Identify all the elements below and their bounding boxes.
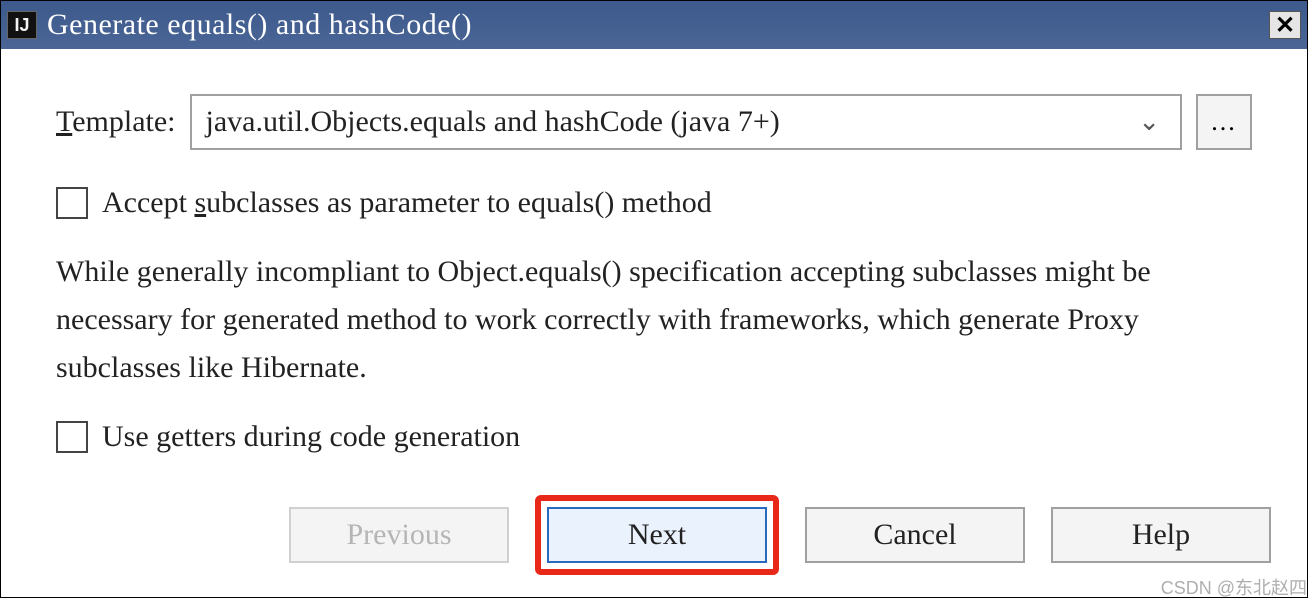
dialog-title: Generate equals() and hashCode() [47, 8, 1269, 42]
chevron-down-icon: ⌄ [1138, 107, 1160, 137]
cancel-button[interactable]: Cancel [805, 507, 1025, 563]
accept-subclasses-label: Accept subclasses as parameter to equals… [102, 186, 712, 220]
description-text: While generally incompliant to Object.eq… [56, 248, 1252, 392]
dialog-content: Template: java.util.Objects.equals and h… [1, 49, 1307, 454]
accept-subclasses-row: Accept subclasses as parameter to equals… [56, 186, 1252, 220]
accept-subclasses-label-rest: ubclasses as parameter to equals() metho… [206, 186, 712, 219]
titlebar: IJ Generate equals() and hashCode() ✕ [1, 1, 1307, 49]
close-icon: ✕ [1275, 11, 1295, 40]
template-label-rest: emplate: [72, 105, 175, 138]
template-browse-button[interactable]: ... [1196, 94, 1252, 150]
button-bar: Previous Next Cancel Help [289, 495, 1271, 575]
accept-subclasses-label-prefix: Accept [102, 186, 194, 219]
intellij-icon: IJ [7, 11, 37, 39]
watermark: CSDN @东北赵四 [1161, 574, 1307, 600]
accept-subclasses-checkbox[interactable] [56, 187, 88, 219]
dialog-window: IJ Generate equals() and hashCode() ✕ Te… [0, 0, 1308, 598]
template-label-mnemonic: T [56, 105, 72, 138]
help-button[interactable]: Help [1051, 507, 1271, 563]
next-button[interactable]: Next [547, 507, 767, 563]
template-label: Template: [56, 105, 176, 139]
accept-subclasses-label-mnemonic: s [194, 186, 206, 219]
use-getters-checkbox[interactable] [56, 421, 88, 453]
template-select[interactable]: java.util.Objects.equals and hashCode (j… [190, 94, 1182, 150]
previous-button: Previous [289, 507, 509, 563]
next-button-highlight: Next [535, 495, 779, 575]
use-getters-label: Use getters during code generation [102, 420, 520, 454]
template-select-value: java.util.Objects.equals and hashCode (j… [206, 105, 780, 139]
template-row: Template: java.util.Objects.equals and h… [56, 94, 1252, 150]
close-button[interactable]: ✕ [1269, 11, 1301, 39]
use-getters-row: Use getters during code generation [56, 420, 1252, 454]
